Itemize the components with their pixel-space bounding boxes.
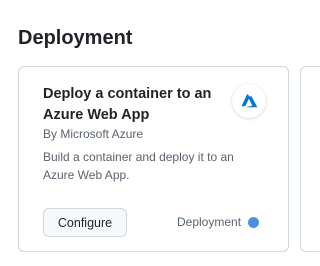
category-label: Deployment [177, 215, 242, 229]
azure-logo-icon [232, 84, 266, 118]
category-badge: Deployment [177, 213, 260, 231]
configure-button[interactable]: Configure [43, 208, 127, 237]
workflow-card: Deploy a container to an Azure Web App B… [18, 66, 289, 252]
next-workflow-card-edge[interactable] [300, 66, 320, 252]
workflow-card-author: By Microsoft Azure [43, 127, 144, 141]
deployment-section-title: Deployment [18, 27, 133, 49]
workflow-card-title[interactable]: Deploy a container to an Azure Web App [43, 84, 223, 126]
azure-logo-shape [241, 93, 258, 107]
category-color-dot [248, 216, 260, 228]
workflow-card-description: Build a container and deploy it to an Az… [43, 150, 234, 182]
